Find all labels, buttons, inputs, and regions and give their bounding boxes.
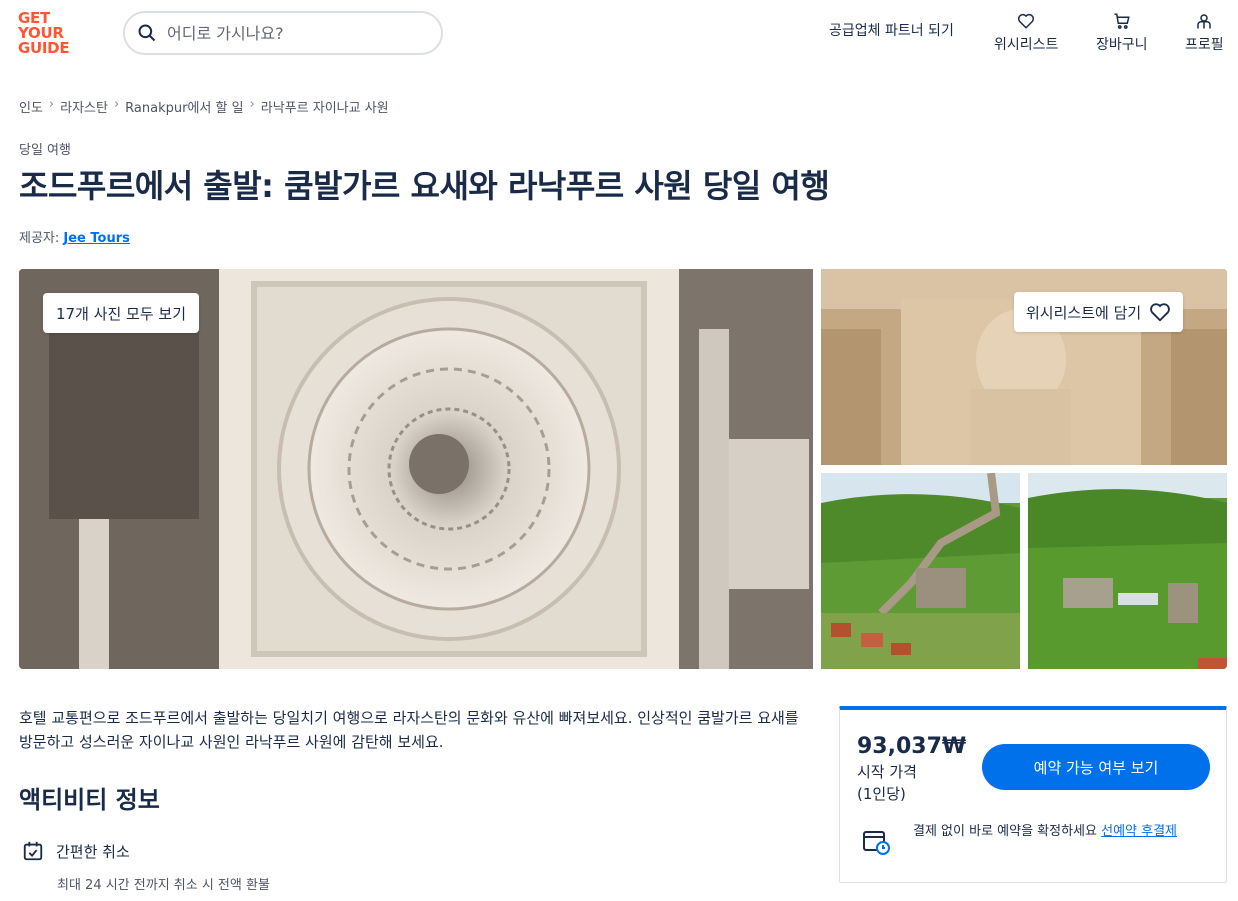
price-per-person-label: (1인당): [857, 785, 906, 803]
page-title: 조드푸르에서 출발: 쿰발가르 요새와 라낙푸르 사원 당일 여행: [19, 167, 830, 205]
calendar-check-icon: [23, 841, 43, 861]
breadcrumb-india[interactable]: 인도: [19, 97, 43, 116]
price-from-label: 시작 가격: [857, 763, 917, 781]
cart-nav[interactable]: 장바구니: [1096, 12, 1148, 54]
profile-nav[interactable]: 프로필: [1185, 12, 1224, 54]
cart-label: 장바구니: [1096, 37, 1148, 53]
search-input[interactable]: [167, 23, 407, 43]
photo-kumbhalgarh-wall[interactable]: [821, 473, 1020, 669]
breadcrumb-ranakpur[interactable]: Ranakpur에서 할 일: [125, 97, 243, 116]
partner-link[interactable]: 공급업체 파트너 되기: [829, 20, 954, 40]
provider-link[interactable]: Jee Tours: [63, 231, 129, 246]
cart-icon: [1114, 13, 1130, 29]
check-availability-button[interactable]: 예약 가능 여부 보기: [982, 744, 1210, 790]
activity-description: 호텔 교통편으로 조드푸르에서 출발하는 당일치기 여행으로 라자스탄의 문화와…: [19, 709, 799, 751]
free-cancellation-title: 간편한 취소: [56, 842, 130, 861]
calendar-clock-icon: [863, 831, 890, 855]
provider-line: 제공자: Jee Tours: [19, 227, 130, 246]
view-all-photos-button[interactable]: 17개 사진 모두 보기: [43, 293, 199, 333]
reserve-now-pay-later-link[interactable]: 선예약 후결제: [1101, 824, 1177, 839]
wishlist-label: 위시리스트: [994, 37, 1059, 53]
profile-icon: [1197, 14, 1212, 29]
search-bar[interactable]: [123, 11, 443, 55]
activity-info-heading: 액티비티 정보: [19, 786, 160, 814]
logo-line-3: GUIDE: [18, 39, 70, 57]
photo-kumbhalgarh-hills[interactable]: [1028, 473, 1227, 669]
breadcrumb: 인도 › 라자스탄 › Ranakpur에서 할 일 › 라낙푸르 자이나교 사…: [19, 97, 389, 116]
site-header: GET YOUR GUIDE 공급업체 파트너 되기 위시리스트 장바구니 프로…: [0, 0, 1238, 70]
heart-icon: [1150, 303, 1171, 322]
breadcrumb-temple[interactable]: 라낙푸르 자이나교 사원: [261, 97, 389, 116]
getyourguide-logo[interactable]: GET YOUR GUIDE: [18, 11, 78, 57]
free-cancellation-feature: 간편한 취소: [22, 840, 130, 862]
breadcrumb-separator: ›: [48, 97, 55, 112]
profile-label: 프로필: [1185, 37, 1224, 53]
heart-icon: [1018, 13, 1035, 29]
breadcrumb-separator: ›: [113, 97, 120, 112]
reserve-now-text: 결제 없이 바로 예약을 확정하세요: [913, 824, 1102, 839]
reserve-now-pay-later: 결제 없이 바로 예약을 확정하세요 선예약 후결제: [913, 821, 1213, 842]
breadcrumb-separator: ›: [249, 97, 255, 112]
price-amount: 93,037₩: [857, 734, 967, 759]
free-cancellation-detail: 최대 24 시간 전까지 취소 시 전액 환불: [57, 878, 270, 893]
search-icon: [138, 24, 156, 42]
activity-category: 당일 여행: [19, 143, 71, 158]
breadcrumb-rajasthan[interactable]: 라자스탄: [60, 97, 108, 116]
add-to-wishlist-button[interactable]: 위시리스트에 담기: [1014, 292, 1184, 332]
wishlist-nav[interactable]: 위시리스트: [994, 12, 1058, 54]
provider-prefix: 제공자:: [19, 231, 60, 246]
add-to-wishlist-label: 위시리스트에 담기: [1026, 303, 1142, 322]
booking-card: 93,037₩ 시작 가격 (1인당) 예약 가능 여부 보기 결제 없이 바로…: [839, 706, 1227, 883]
